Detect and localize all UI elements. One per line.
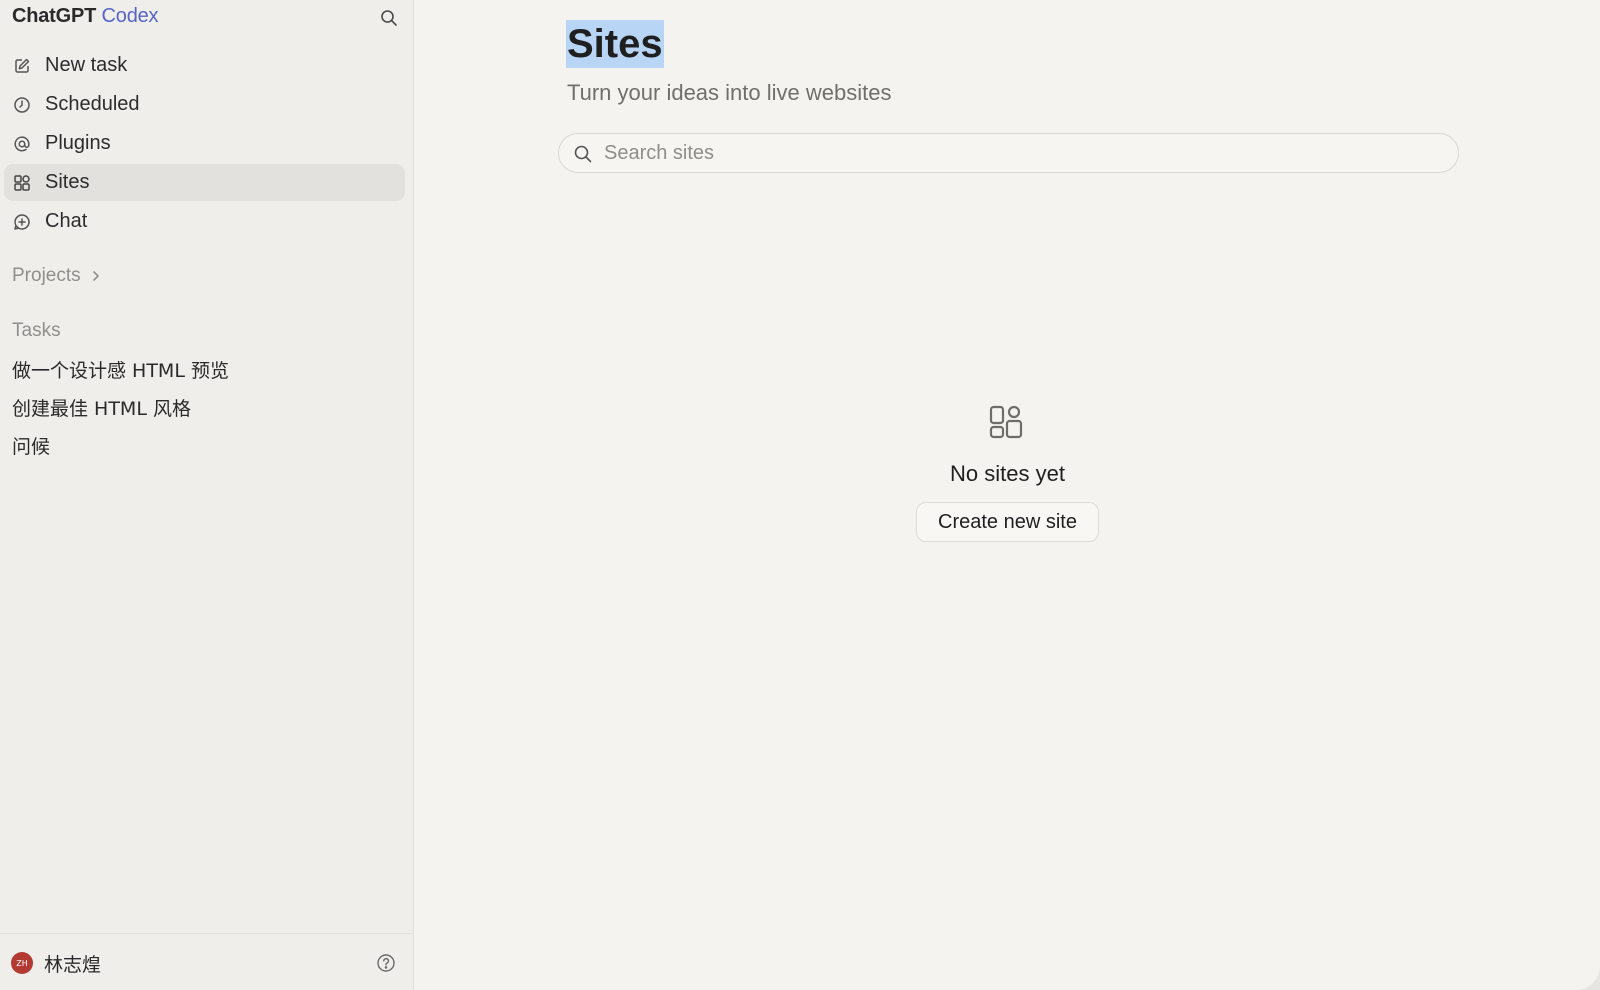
sidebar-nav: New task Scheduled Plugins Sites Chat [4, 47, 405, 242]
chevron-right-icon [91, 270, 101, 282]
clock-icon [12, 95, 32, 115]
search-input[interactable] [604, 140, 1434, 166]
window-corner [1572, 962, 1600, 990]
help-icon [377, 954, 395, 972]
task-list: 做一个设计感 HTML 预览 创建最佳 HTML 风格 问候 [12, 357, 229, 471]
help-button[interactable] [376, 953, 396, 973]
projects-label: Projects [12, 265, 81, 286]
sidebar-item-label: Plugins [45, 132, 111, 154]
avatar[interactable]: ZH [11, 952, 33, 974]
task-item[interactable]: 做一个设计感 HTML 预览 [12, 357, 229, 395]
at-icon [12, 134, 32, 154]
sidebar-item-label: Scheduled [45, 93, 140, 115]
main-content: Sites Turn your ideas into live websites… [415, 0, 1600, 990]
sidebar-footer: ZH 林志煌 [0, 933, 414, 990]
sidebar-item-label: New task [45, 54, 128, 76]
sidebar-item-label: Sites [45, 171, 90, 193]
projects-toggle[interactable]: Projects [12, 265, 101, 287]
search-icon [381, 10, 397, 26]
empty-state-message: No sites yet [950, 461, 1065, 486]
sidebar-item-chat[interactable]: Chat [4, 203, 405, 240]
sidebar: ChatGPT Codex New task Scheduled Plugins… [0, 0, 414, 990]
sidebar-item-label: Chat [45, 210, 88, 232]
brand-name: ChatGPT [12, 5, 97, 27]
user-name[interactable]: 林志煌 [44, 950, 101, 977]
tasks-heading: Tasks [12, 320, 61, 341]
sidebar-item-scheduled[interactable]: Scheduled [4, 86, 405, 123]
sidebar-item-plugins[interactable]: Plugins [4, 125, 405, 162]
app-brand: ChatGPT Codex [12, 5, 159, 28]
sites-grid-icon [989, 405, 1023, 439]
sidebar-item-new-task[interactable]: New task [4, 47, 405, 84]
chat-plus-icon [12, 212, 32, 232]
sidebar-search-button[interactable] [378, 7, 400, 29]
page-subtitle: Turn your ideas into live websites [567, 80, 892, 105]
edit-icon [12, 56, 32, 76]
task-item[interactable]: 创建最佳 HTML 风格 [12, 395, 229, 433]
create-new-site-button[interactable]: Create new site [916, 502, 1099, 542]
search-icon [574, 145, 592, 163]
brand-product: Codex [101, 5, 159, 27]
sidebar-item-sites[interactable]: Sites [4, 164, 405, 201]
search-sites-box[interactable] [558, 133, 1459, 173]
page-title: Sites [566, 20, 664, 68]
task-item[interactable]: 问候 [12, 433, 229, 471]
sites-grid-icon [12, 173, 32, 193]
